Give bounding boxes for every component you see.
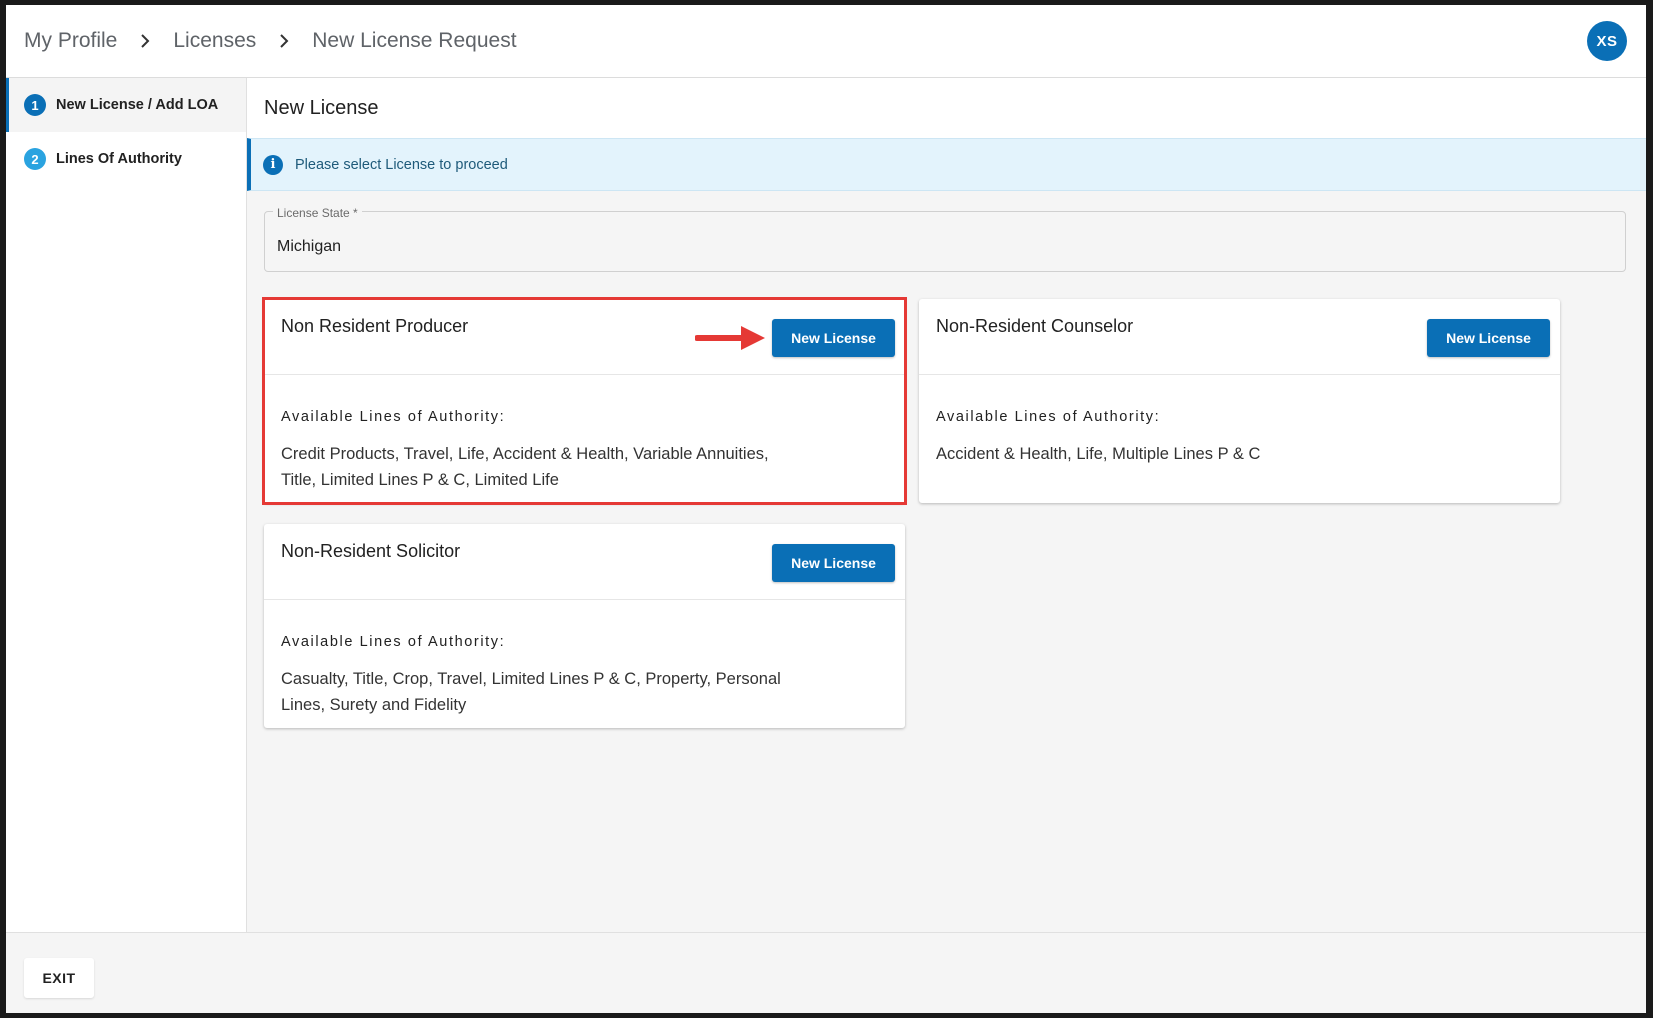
card-body: Available Lines of Authority: Accident &… xyxy=(919,375,1560,467)
top-header: My Profile Licenses New License Request … xyxy=(6,5,1646,78)
step-number-badge: 2 xyxy=(24,148,46,170)
new-license-button[interactable]: New License xyxy=(1427,319,1550,357)
card-body: Available Lines of Authority: Casualty, … xyxy=(264,600,905,718)
info-message: Please select License to proceed xyxy=(295,156,508,173)
license-state-value: Michigan xyxy=(277,238,342,255)
loa-list: Credit Products, Travel, Life, Accident … xyxy=(281,445,769,489)
info-icon: i xyxy=(263,154,283,175)
loa-list: Casualty, Title, Crop, Travel, Limited L… xyxy=(281,670,781,714)
card-header: Non-Resident Counselor New License xyxy=(919,299,1560,375)
user-avatar[interactable]: XS xyxy=(1587,21,1627,61)
license-card-non-resident-producer: Non Resident Producer New License Availa… xyxy=(264,299,905,503)
loa-list: Accident & Health, Life, Multiple Lines … xyxy=(936,445,1261,463)
loa-heading: Available Lines of Authority: xyxy=(281,634,506,650)
chevron-right-icon xyxy=(256,34,312,48)
step-label: New License / Add LOA xyxy=(56,97,219,113)
breadcrumb-my-profile[interactable]: My Profile xyxy=(24,29,117,53)
step-label: Lines Of Authority xyxy=(56,151,182,167)
step-new-license[interactable]: 1 New License / Add LOA xyxy=(6,78,246,132)
info-banner: i Please select License to proceed xyxy=(247,138,1646,191)
card-title: Non Resident Producer xyxy=(281,316,469,336)
new-license-button[interactable]: New License xyxy=(772,544,895,582)
step-number-badge: 1 xyxy=(24,94,46,116)
license-state-label: License State * xyxy=(273,206,362,220)
loa-heading: Available Lines of Authority: xyxy=(281,409,506,425)
page-title-bar: New License xyxy=(247,78,1646,138)
card-title: Non-Resident Counselor xyxy=(936,316,1134,336)
main-content: New License i Please select License to p… xyxy=(247,78,1646,932)
card-title: Non-Resident Solicitor xyxy=(281,541,461,561)
stepper-sidebar: 1 New License / Add LOA 2 Lines Of Autho… xyxy=(6,78,247,932)
card-header: Non Resident Producer New License xyxy=(264,299,905,375)
card-body: Available Lines of Authority: Credit Pro… xyxy=(264,375,905,493)
breadcrumb-new-license-request: New License Request xyxy=(312,29,517,52)
license-card-non-resident-solicitor: Non-Resident Solicitor New License Avail… xyxy=(264,524,905,728)
license-state-field[interactable]: License State * Michigan xyxy=(264,206,1626,272)
page-title: New License xyxy=(264,96,379,119)
loa-heading: Available Lines of Authority: xyxy=(936,409,1161,425)
red-arrow-icon xyxy=(695,326,765,350)
exit-button[interactable]: EXIT xyxy=(24,958,94,998)
step-lines-of-authority[interactable]: 2 Lines Of Authority xyxy=(6,132,246,186)
app-window: My Profile Licenses New License Request … xyxy=(6,5,1646,1013)
footer-bar: EXIT xyxy=(6,932,1646,1013)
card-header: Non-Resident Solicitor New License xyxy=(264,524,905,600)
license-card-non-resident-counselor: Non-Resident Counselor New License Avail… xyxy=(919,299,1560,503)
breadcrumb-licenses[interactable]: Licenses xyxy=(173,29,256,53)
new-license-button[interactable]: New License xyxy=(772,319,895,357)
chevron-right-icon xyxy=(117,34,173,48)
